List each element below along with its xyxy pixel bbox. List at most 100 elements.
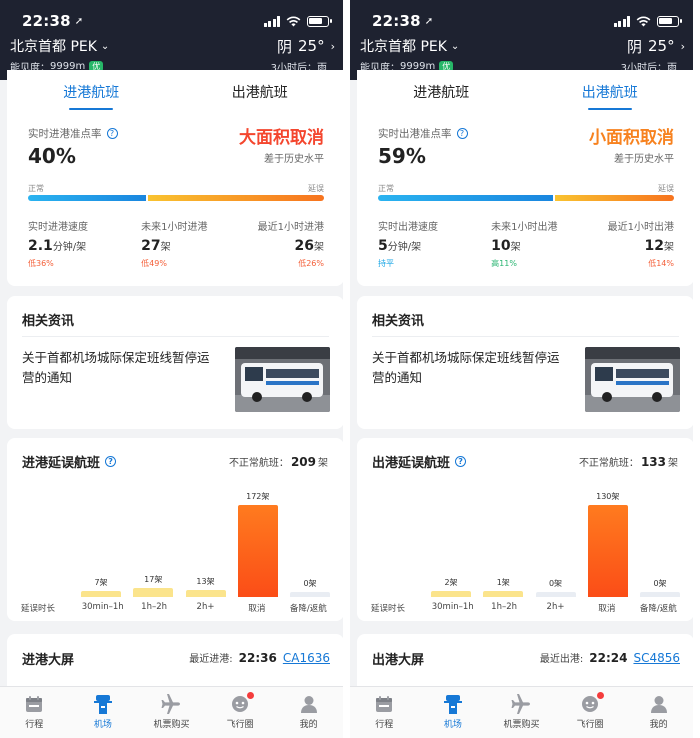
bar-category-label: 1h–2h [141, 602, 168, 612]
airport-selector[interactable]: 北京首都 PEK [10, 36, 97, 56]
metric-value: 10架 [491, 238, 521, 254]
tab-departures[interactable]: 出港航班 [176, 82, 344, 104]
ontime-gauge [28, 195, 324, 201]
bar [133, 588, 174, 597]
tab-departures[interactable]: 出港航班 [526, 82, 694, 110]
delay-section-title: 进港延误航班 [22, 456, 101, 471]
metric-value: 2.1分钟/架 [28, 238, 87, 254]
tabbar-item-1[interactable]: 机场 [419, 687, 488, 738]
abnormal-count: 不正常航班： 209 架 [228, 455, 328, 469]
bar-value-label: 130架 [596, 492, 620, 501]
system-icons [263, 15, 332, 27]
chart-axis-label: 延误时长 [21, 604, 56, 614]
chevron-down-icon[interactable]: ⌄ [101, 41, 109, 52]
bar [81, 591, 121, 597]
bar-column: 2架 [427, 483, 475, 597]
bar-value-label: 2架 [444, 578, 458, 587]
tabbar-item-0[interactable]: 行程 [0, 687, 69, 738]
tabbar-item-4[interactable]: 我的 [624, 687, 693, 738]
bar-value-label: 0架 [303, 579, 317, 588]
tabbar-item-0[interactable]: 行程 [350, 687, 419, 738]
news-headline[interactable]: 关于首都机场城际保定班线暂停运营的通知 [372, 348, 567, 388]
latest-flight-link[interactable]: CA1636 [283, 651, 330, 665]
gauge-normal-label: 正常 [28, 184, 44, 193]
bar-column: 0架 [286, 483, 334, 597]
bar-category-label: 备降/返航 [639, 604, 677, 614]
bar-value-label: 13架 [196, 577, 215, 586]
bar-value-label: 0架 [548, 579, 563, 588]
gauge-delay-segment [148, 195, 324, 201]
help-icon[interactable]: ? [106, 128, 118, 139]
bar-column: 7架 [77, 483, 125, 597]
tabbar-label: 飞行圈 [226, 720, 254, 730]
metric-value: 26架 [294, 238, 324, 254]
ontime-rate-value: 59% [378, 144, 426, 168]
delay-flights-card: 进港延误航班 ? 不正常航班： 209 架 7架 17架 13架 172架 0架 延误时长 … [7, 438, 343, 621]
chevron-down-icon[interactable]: ⌄ [451, 41, 459, 52]
location-arrow-icon: ➚ [424, 15, 434, 27]
metric-value: 5分钟/架 [378, 238, 422, 254]
tower-icon [442, 693, 464, 715]
bottom-tab-bar: 行程 机场 机票购买 飞行圈 我的 [0, 686, 343, 738]
news-thumbnail[interactable] [235, 347, 330, 412]
divider [22, 336, 329, 337]
latest-flight-link[interactable]: SC4856 [633, 651, 680, 665]
bar-category-label: 1h–2h [491, 602, 518, 612]
latest-flight: 最近出港: 22:24 SC4856 [539, 651, 680, 665]
flight-status-card: 进港航班 出港航班 实时出港准点率 ? 59% 小面积取消 差于历史水平 正常 … [357, 70, 693, 286]
tabbar-label: 飞行圈 [576, 720, 604, 730]
flight-status-card: 进港航班 出港航班 实时进港准点率 ? 40% 大面积取消 差于历史水平 正常 … [7, 70, 343, 286]
app-header: 22:38 ➚ 北京首都 PEK ⌄ 阴 25° › 能见度： 9999m 优 … [350, 0, 693, 80]
community-icon [579, 692, 605, 715]
ontime-gauge [378, 195, 674, 201]
bar-value-label: 1架 [496, 578, 510, 587]
cancellation-comparison: 差于历史水平 [264, 154, 324, 165]
tabbar-item-1[interactable]: 机场 [69, 687, 138, 738]
tabbar-item-3[interactable]: 飞行圈 [206, 687, 275, 738]
help-icon[interactable]: ? [105, 456, 117, 467]
metric-1: 未来1小时进港 27架 低49% [127, 218, 225, 269]
latest-flight-time: 22:36 [238, 651, 277, 665]
tab-arrivals[interactable]: 进港航班 [7, 82, 176, 110]
weather-summary[interactable]: 阴 25° › [627, 36, 685, 57]
tabbar-item-3[interactable]: 飞行圈 [556, 687, 625, 738]
news-card: 相关资讯 关于首都机场城际保定班线暂停运营的通知 [7, 296, 343, 429]
metric-label: 最近1小时出港 [607, 222, 674, 233]
plane-icon [510, 693, 532, 715]
metric-change: 低36% [28, 259, 54, 268]
delay-section-title: 出港延误航班 [372, 456, 451, 471]
metrics-row: 实时出港速度 5分钟/架 持平 未来1小时出港 10架 高11% 最近1小时出港 1… [378, 218, 674, 269]
help-icon[interactable]: ? [455, 456, 467, 467]
gauge-delay-label: 延误 [308, 184, 324, 193]
tabbar-label: 机场 [93, 720, 112, 730]
latest-flight-time: 22:24 [589, 651, 628, 665]
tabbar-label: 机场 [443, 720, 462, 730]
bar [640, 592, 680, 597]
metric-label: 实时出港速度 [378, 222, 438, 233]
tabbar-item-2[interactable]: 机票购买 [137, 687, 206, 738]
weather-summary[interactable]: 阴 25° › [277, 36, 335, 57]
weather-temperature: 25° [298, 37, 325, 55]
signal-icon [263, 15, 280, 27]
battery-icon [657, 15, 682, 27]
news-thumbnail[interactable] [585, 347, 680, 412]
tabbar-item-4[interactable]: 我的 [274, 687, 343, 738]
tabbar-label: 我的 [649, 720, 668, 730]
delay-bar-chart: 2架 1架 0架 130架 0架 [427, 483, 684, 597]
flight-board-card: 出港大屏 最近出港: 22:24 SC4856 航班号目的地计划出发实际出发状态… [357, 634, 693, 699]
flight-tabs: 进港航班 出港航班 [7, 82, 344, 110]
wifi-icon [286, 16, 301, 26]
bar-column: 1架 [479, 483, 527, 597]
metric-change: 高11% [491, 259, 517, 268]
help-icon[interactable]: ? [456, 128, 468, 139]
board-title: 进港大屏 [22, 653, 75, 668]
board-title: 出港大屏 [372, 653, 425, 668]
metric-change: 低14% [648, 259, 674, 268]
signal-icon [613, 15, 630, 27]
metric-0: 实时出港速度 5分钟/架 持平 [378, 218, 476, 269]
tab-arrivals[interactable]: 进港航班 [357, 82, 526, 104]
weather-condition: 阴 [276, 37, 292, 56]
news-headline[interactable]: 关于首都机场城际保定班线暂停运营的通知 [22, 348, 217, 388]
airport-selector[interactable]: 北京首都 PEK [360, 36, 447, 56]
tabbar-item-2[interactable]: 机票购买 [487, 687, 556, 738]
